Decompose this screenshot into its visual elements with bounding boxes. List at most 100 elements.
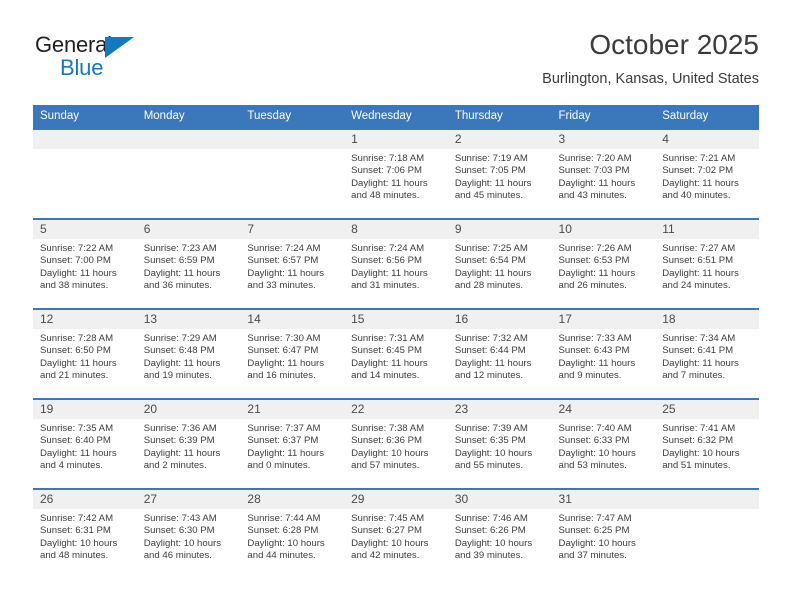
daylight-text: Daylight: 10 hours and 53 minutes. xyxy=(558,447,636,471)
sunset-text: Sunset: 7:06 PM xyxy=(351,165,423,177)
calendar-cell-day[interactable]: 23 Sunrise: 7:39 AM Sunset: 6:35 PM Dayligh… xyxy=(447,398,552,489)
sunset-text: Sunset: 6:31 PM xyxy=(40,525,111,537)
calendar-cell-day[interactable]: 6 Sunrise: 7:23 AM Sunset: 6:59 PM Daylight… xyxy=(136,218,241,309)
calendar-cell-day[interactable]: 20 Sunrise: 7:36 AM Sunset: 6:39 PM Dayligh… xyxy=(136,398,241,489)
sunset-text: Sunset: 6:57 PM xyxy=(247,255,319,267)
daylight-text: Daylight: 10 hours and 46 minutes. xyxy=(143,537,222,561)
sunset-text: Sunset: 7:05 PM xyxy=(454,165,526,177)
calendar-week-row: 1 Sunrise: 7:18 AM Sunset: 7:06 PM Daylight… xyxy=(33,128,759,219)
day-number: 21 xyxy=(240,400,345,419)
day-number: 13 xyxy=(136,310,241,329)
daylight-text: Daylight: 11 hours and 36 minutes. xyxy=(143,267,221,291)
day-details: Sunrise: 7:18 AM Sunset: 7:06 PM Daylight:… xyxy=(344,149,448,202)
calendar-cell-day[interactable]: 29 Sunrise: 7:45 AM Sunset: 6:27 PM Dayligh… xyxy=(344,488,448,578)
daylight-text: Daylight: 11 hours and 38 minutes. xyxy=(40,267,117,291)
sunset-text: Sunset: 6:45 PM xyxy=(351,345,423,357)
day-details: Sunrise: 7:23 AM Sunset: 6:59 PM Daylight:… xyxy=(137,239,241,292)
day-details: Sunrise: 7:34 AM Sunset: 6:41 PM Daylight:… xyxy=(655,329,759,382)
day-cell: 21 Sunrise: 7:37 AM Sunset: 6:37 PM Dayligh… xyxy=(240,400,345,488)
calendar-cell-day[interactable]: 19 Sunrise: 7:35 AM Sunset: 6:40 PM Dayligh… xyxy=(33,398,137,489)
day-details: Sunrise: 7:32 AM Sunset: 6:44 PM Daylight:… xyxy=(448,329,552,382)
day-details: Sunrise: 7:22 AM Sunset: 7:00 PM Daylight:… xyxy=(33,239,137,292)
page-header: General Blue October 2025 Burlington, Ka… xyxy=(33,28,759,100)
page-subtitle: Burlington, Kansas, United States xyxy=(542,71,759,87)
calendar-cell-day[interactable]: 28 Sunrise: 7:44 AM Sunset: 6:28 PM Dayligh… xyxy=(240,488,345,578)
sunrise-text: Sunrise: 7:33 AM xyxy=(558,333,632,344)
sunrise-text: Sunrise: 7:22 AM xyxy=(40,243,114,254)
day-cell: 16 Sunrise: 7:32 AM Sunset: 6:44 PM Dayligh… xyxy=(447,310,552,398)
calendar-cell-day[interactable]: 30 Sunrise: 7:46 AM Sunset: 6:26 PM Dayligh… xyxy=(447,488,552,578)
sunrise-text: Sunrise: 7:38 AM xyxy=(351,423,425,434)
calendar-cell-day[interactable]: 11 Sunrise: 7:27 AM Sunset: 6:51 PM Dayligh… xyxy=(655,218,759,309)
daylight-text: Daylight: 11 hours and 26 minutes. xyxy=(558,267,636,291)
daylight-text: Daylight: 11 hours and 33 minutes. xyxy=(247,267,325,291)
day-number: 3 xyxy=(551,130,656,149)
calendar-week-row: 5 Sunrise: 7:22 AM Sunset: 7:00 PM Daylight… xyxy=(33,218,759,309)
sunrise-text: Sunrise: 7:39 AM xyxy=(454,423,528,434)
daylight-text: Daylight: 10 hours and 48 minutes. xyxy=(40,537,118,561)
weekday-header-saturday: Saturday xyxy=(655,105,759,129)
calendar-week-row: 19 Sunrise: 7:35 AM Sunset: 6:40 PM Dayligh… xyxy=(33,398,759,489)
calendar-cell-day[interactable]: 22 Sunrise: 7:38 AM Sunset: 6:36 PM Dayligh… xyxy=(344,398,448,489)
daylight-text: Daylight: 11 hours and 21 minutes. xyxy=(40,357,117,381)
calendar-week-row: 26 Sunrise: 7:42 AM Sunset: 6:31 PM Dayligh… xyxy=(33,488,759,578)
sunrise-text: Sunrise: 7:36 AM xyxy=(143,423,217,434)
calendar-cell-day[interactable]: 18 Sunrise: 7:34 AM Sunset: 6:41 PM Dayligh… xyxy=(655,308,759,399)
day-details: Sunrise: 7:31 AM Sunset: 6:45 PM Daylight:… xyxy=(344,329,448,382)
daylight-text: Daylight: 10 hours and 44 minutes. xyxy=(247,537,325,561)
day-cell: 19 Sunrise: 7:35 AM Sunset: 6:40 PM Dayligh… xyxy=(33,400,137,488)
calendar-cell-day[interactable]: 7 Sunrise: 7:24 AM Sunset: 6:57 PM Daylight… xyxy=(240,218,345,309)
calendar-cell-empty xyxy=(655,488,759,578)
daylight-text: Daylight: 11 hours and 0 minutes. xyxy=(247,447,325,471)
calendar-cell-day[interactable]: 15 Sunrise: 7:31 AM Sunset: 6:45 PM Dayligh… xyxy=(344,308,448,399)
day-number: 8 xyxy=(344,220,448,239)
sunset-text: Sunset: 6:27 PM xyxy=(351,525,423,537)
calendar-cell-day[interactable]: 1 Sunrise: 7:18 AM Sunset: 7:06 PM Daylight… xyxy=(344,128,448,219)
daylight-text: Daylight: 11 hours and 12 minutes. xyxy=(454,357,532,381)
calendar-cell-day[interactable]: 2 Sunrise: 7:19 AM Sunset: 7:05 PM Daylight… xyxy=(447,128,552,219)
calendar-cell-day[interactable]: 3 Sunrise: 7:20 AM Sunset: 7:03 PM Daylight… xyxy=(551,128,656,219)
sunset-text: Sunset: 7:03 PM xyxy=(558,165,630,177)
page-title: October 2025 xyxy=(589,29,759,60)
day-details: Sunrise: 7:47 AM Sunset: 6:25 PM Daylight:… xyxy=(552,509,656,562)
calendar-cell-day[interactable]: 5 Sunrise: 7:22 AM Sunset: 7:00 PM Daylight… xyxy=(33,218,137,309)
day-cell: 4 Sunrise: 7:21 AM Sunset: 7:02 PM Daylight… xyxy=(655,130,759,218)
sunrise-text: Sunrise: 7:29 AM xyxy=(143,333,217,344)
sunrise-text: Sunrise: 7:26 AM xyxy=(558,243,632,254)
calendar-cell-day[interactable]: 25 Sunrise: 7:41 AM Sunset: 6:32 PM Dayligh… xyxy=(655,398,759,489)
day-details: Sunrise: 7:28 AM Sunset: 6:50 PM Daylight:… xyxy=(33,329,137,382)
weekday-header-monday: Monday xyxy=(136,105,241,129)
title-block: October 2025 Burlington, Kansas, United … xyxy=(542,28,759,89)
calendar-cell-day[interactable]: 4 Sunrise: 7:21 AM Sunset: 7:02 PM Daylight… xyxy=(655,128,759,219)
day-details: Sunrise: 7:45 AM Sunset: 6:27 PM Daylight:… xyxy=(344,509,448,562)
day-number: 30 xyxy=(447,490,552,509)
day-cell: 24 Sunrise: 7:40 AM Sunset: 6:33 PM Dayligh… xyxy=(551,400,656,488)
calendar-cell-day[interactable]: 9 Sunrise: 7:25 AM Sunset: 6:54 PM Daylight… xyxy=(447,218,552,309)
sunset-text: Sunset: 6:59 PM xyxy=(143,255,215,267)
calendar-cell-day[interactable]: 27 Sunrise: 7:43 AM Sunset: 6:30 PM Dayligh… xyxy=(136,488,241,578)
daylight-text: Daylight: 11 hours and 14 minutes. xyxy=(351,357,428,381)
day-number: 29 xyxy=(344,490,448,509)
calendar-cell-day[interactable]: 24 Sunrise: 7:40 AM Sunset: 6:33 PM Dayligh… xyxy=(551,398,656,489)
day-cell: 12 Sunrise: 7:28 AM Sunset: 6:50 PM Dayligh… xyxy=(33,310,137,398)
calendar-header-row: Sunday Monday Tuesday Wednesday Thursday… xyxy=(33,105,759,129)
calendar-cell-day[interactable]: 16 Sunrise: 7:32 AM Sunset: 6:44 PM Dayligh… xyxy=(447,308,552,399)
sunset-text: Sunset: 6:32 PM xyxy=(662,435,734,447)
calendar-body: 1 Sunrise: 7:18 AM Sunset: 7:06 PM Daylight… xyxy=(33,128,759,578)
calendar-cell-day[interactable]: 21 Sunrise: 7:37 AM Sunset: 6:37 PM Dayligh… xyxy=(240,398,345,489)
calendar-cell-day[interactable]: 10 Sunrise: 7:26 AM Sunset: 6:53 PM Dayligh… xyxy=(551,218,656,309)
day-details: Sunrise: 7:27 AM Sunset: 6:51 PM Daylight:… xyxy=(655,239,759,292)
sunrise-text: Sunrise: 7:25 AM xyxy=(454,243,528,254)
calendar-cell-day[interactable]: 26 Sunrise: 7:42 AM Sunset: 6:31 PM Dayligh… xyxy=(33,488,137,578)
daylight-text: Daylight: 11 hours and 48 minutes. xyxy=(351,177,428,201)
day-details: Sunrise: 7:26 AM Sunset: 6:53 PM Daylight:… xyxy=(552,239,656,292)
calendar-cell-day[interactable]: 12 Sunrise: 7:28 AM Sunset: 6:50 PM Dayligh… xyxy=(33,308,137,399)
calendar-cell-day[interactable]: 14 Sunrise: 7:30 AM Sunset: 6:47 PM Dayligh… xyxy=(240,308,345,399)
day-cell xyxy=(655,490,759,578)
calendar-cell-day[interactable]: 31 Sunrise: 7:47 AM Sunset: 6:25 PM Dayligh… xyxy=(551,488,656,578)
day-number: 18 xyxy=(655,310,759,329)
calendar-cell-day[interactable]: 13 Sunrise: 7:29 AM Sunset: 6:48 PM Dayligh… xyxy=(136,308,241,399)
sunrise-text: Sunrise: 7:44 AM xyxy=(247,513,321,524)
calendar-cell-day[interactable]: 17 Sunrise: 7:33 AM Sunset: 6:43 PM Dayligh… xyxy=(551,308,656,399)
calendar-cell-day[interactable]: 8 Sunrise: 7:24 AM Sunset: 6:56 PM Daylight… xyxy=(344,218,448,309)
